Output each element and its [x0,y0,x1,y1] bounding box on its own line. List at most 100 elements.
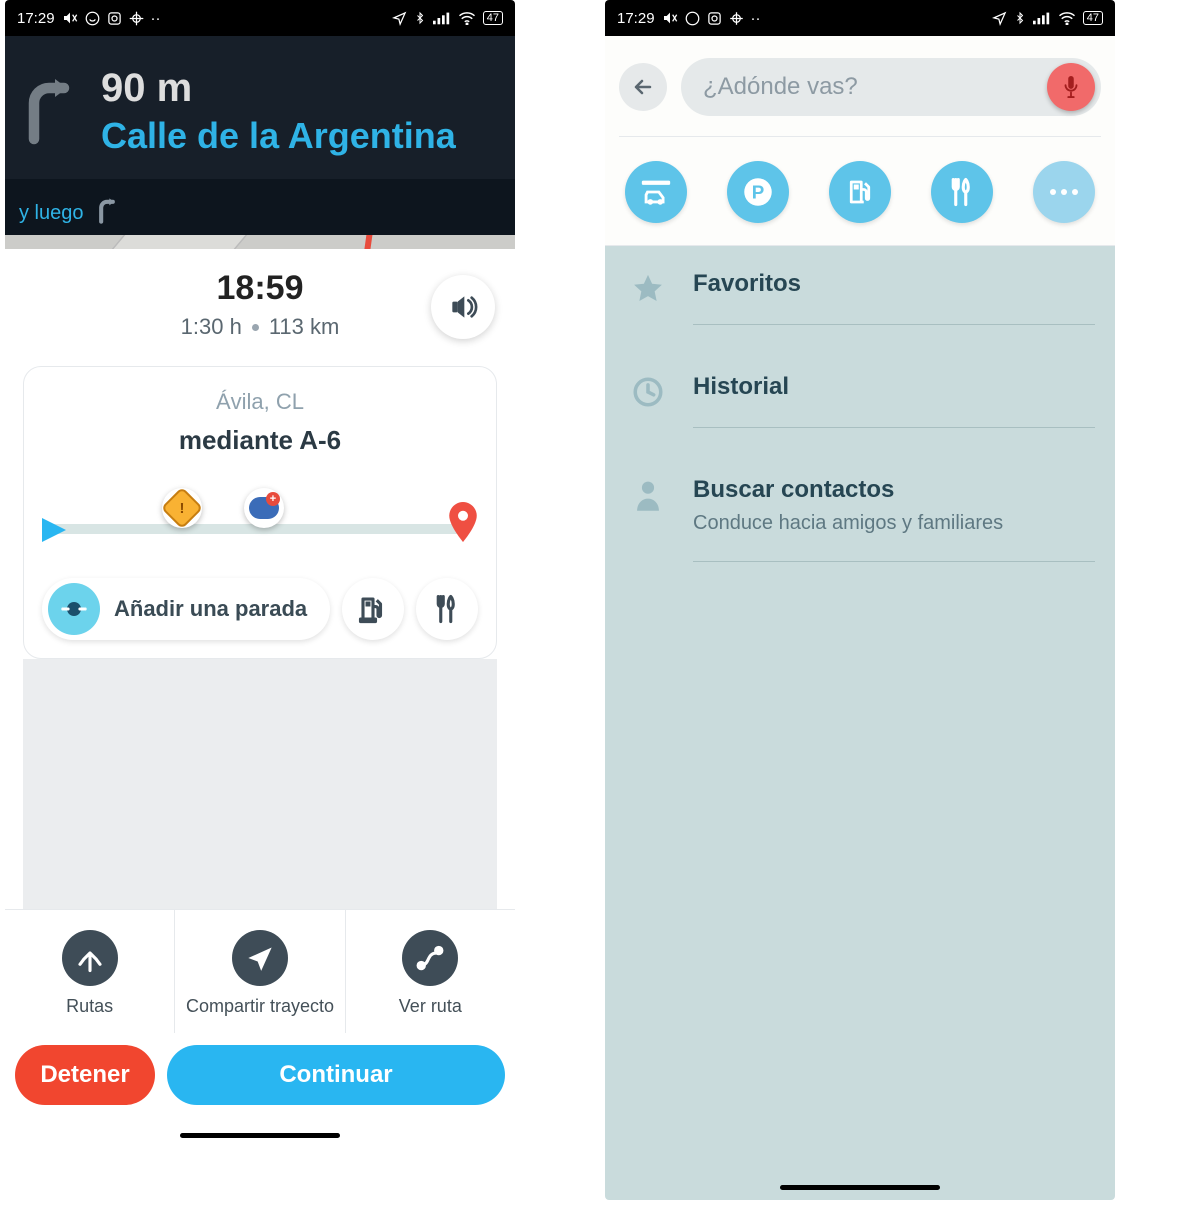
history-label: Historial [693,373,1095,401]
favorites-item[interactable]: Favoritos [605,246,1115,349]
wifi-icon [458,11,476,25]
stop-button[interactable]: Detener [15,1045,155,1105]
parking-icon: P [743,177,773,207]
start-marker-icon [42,518,66,542]
view-route-button[interactable]: Ver ruta [346,910,515,1033]
food-icon [432,594,462,624]
phone-right-search: 17:29 ·· 47 ¿Adónde vas? [605,0,1115,1200]
instagram-icon [107,11,122,26]
bluetooth-icon [414,10,426,26]
nav-distance: 90 m [101,66,456,111]
status-time: 17:29 [17,10,55,27]
map-preview-sliver [5,235,515,249]
whatsapp-icon [85,11,100,26]
mute-icon [62,10,78,26]
route-summary-card: Ávila, CL mediante A-6 ! + Añadir una pa… [23,366,497,659]
svg-text:P: P [752,181,765,202]
hazard-pin-icon[interactable]: ! [162,488,202,528]
person-icon [633,478,663,512]
search-input[interactable]: ¿Adónde vas? [681,58,1101,116]
battery-icon: 47 [483,11,503,25]
battery-icon: 47 [1083,11,1103,25]
back-button[interactable] [619,63,667,111]
more-notifications-icon: ·· [151,10,161,27]
contacts-title: Buscar contactos [693,476,1095,504]
navigation-instruction-panel: 90 m Calle de la Argentina y luego [5,36,515,235]
share-trip-button[interactable]: Compartir trayecto [175,910,345,1033]
location-icon [992,11,1007,26]
eta-distance: 113 km [269,314,340,340]
category-more[interactable] [1033,161,1095,223]
route-via: mediante A-6 [42,425,478,456]
primary-buttons-row: Detener Continuar [5,1033,515,1133]
voice-search-button[interactable] [1047,63,1095,111]
routes-icon [75,943,105,973]
location-icon [392,11,407,26]
more-horizontal-icon [1047,187,1081,197]
home-indicator[interactable] [180,1133,340,1138]
wifi-icon [1058,11,1076,25]
star-icon [631,272,665,306]
add-stop-label: Añadir una parada [114,596,307,622]
gas-station-button[interactable] [342,578,404,640]
category-drivethru[interactable] [625,161,687,223]
sound-button[interactable] [431,275,495,339]
route-path-icon [415,943,445,973]
search-placeholder: ¿Adónde vas? [703,73,858,101]
photos-icon [129,11,144,26]
signal-icon [433,11,451,25]
turn-right-small-icon [94,196,120,230]
routes-label: Rutas [66,996,113,1017]
contacts-subtitle: Conduce hacia amigos y familiares [693,512,1095,535]
favorites-label: Favoritos [693,270,1095,298]
speaker-icon [447,291,479,323]
gas-pump-icon [358,594,388,624]
eta-duration: 1:30 h [181,314,242,340]
routes-button[interactable]: Rutas [5,910,175,1033]
history-item[interactable]: Historial [605,349,1115,452]
nav-then-row: y luego [5,179,515,235]
bluetooth-icon [1014,10,1026,26]
food-button[interactable] [416,578,478,640]
category-food[interactable] [931,161,993,223]
category-gas[interactable] [829,161,891,223]
whatsapp-icon [685,11,700,26]
share-trip-label: Compartir trayecto [186,996,334,1017]
mute-icon [662,10,678,26]
search-header: ¿Adónde vas? P [605,36,1115,245]
route-destination: Ávila, CL [42,389,478,415]
traffic-pin-icon[interactable]: + [244,488,284,528]
clock-icon [631,375,665,409]
signal-icon [1033,11,1051,25]
phone-left-navigation: 17:29 ·· 47 90 m Calle de la Argentina y… [5,0,515,1200]
send-icon [246,944,274,972]
microphone-icon [1060,74,1082,100]
destination-pin-icon [448,502,478,547]
drivethru-icon [639,175,673,209]
status-bar: 17:29 ·· 47 [605,0,1115,36]
add-stop-button[interactable]: Añadir una parada [42,578,330,640]
continue-button[interactable]: Continuar [167,1045,505,1105]
bottom-actions-row: Rutas Compartir trayecto Ver ruta [5,909,515,1033]
category-row: P [619,137,1101,245]
status-bar: 17:29 ·· 47 [5,0,515,36]
status-time: 17:29 [617,10,655,27]
destinations-list: Favoritos Historial Buscar contactos Con… [605,246,1115,1200]
home-indicator[interactable] [780,1185,940,1190]
view-route-label: Ver ruta [399,996,462,1017]
nav-street: Calle de la Argentina [101,115,456,157]
arrow-left-icon [631,75,655,99]
food-icon [947,177,977,207]
route-overview-sheet: 18:59 1:30 h 113 km Ávila, CL mediante A… [5,249,515,909]
eta-time: 18:59 [23,269,497,308]
turn-right-icon [19,73,79,150]
contacts-item[interactable]: Buscar contactos Conduce hacia amigos y … [605,452,1115,586]
gas-pump-icon [845,177,875,207]
instagram-icon [707,11,722,26]
category-parking[interactable]: P [727,161,789,223]
photos-icon [729,11,744,26]
add-stop-icon [48,583,100,635]
separator-dot [252,324,259,331]
more-notifications-icon: ·· [751,10,761,27]
nav-then-label: y luego [19,202,84,225]
